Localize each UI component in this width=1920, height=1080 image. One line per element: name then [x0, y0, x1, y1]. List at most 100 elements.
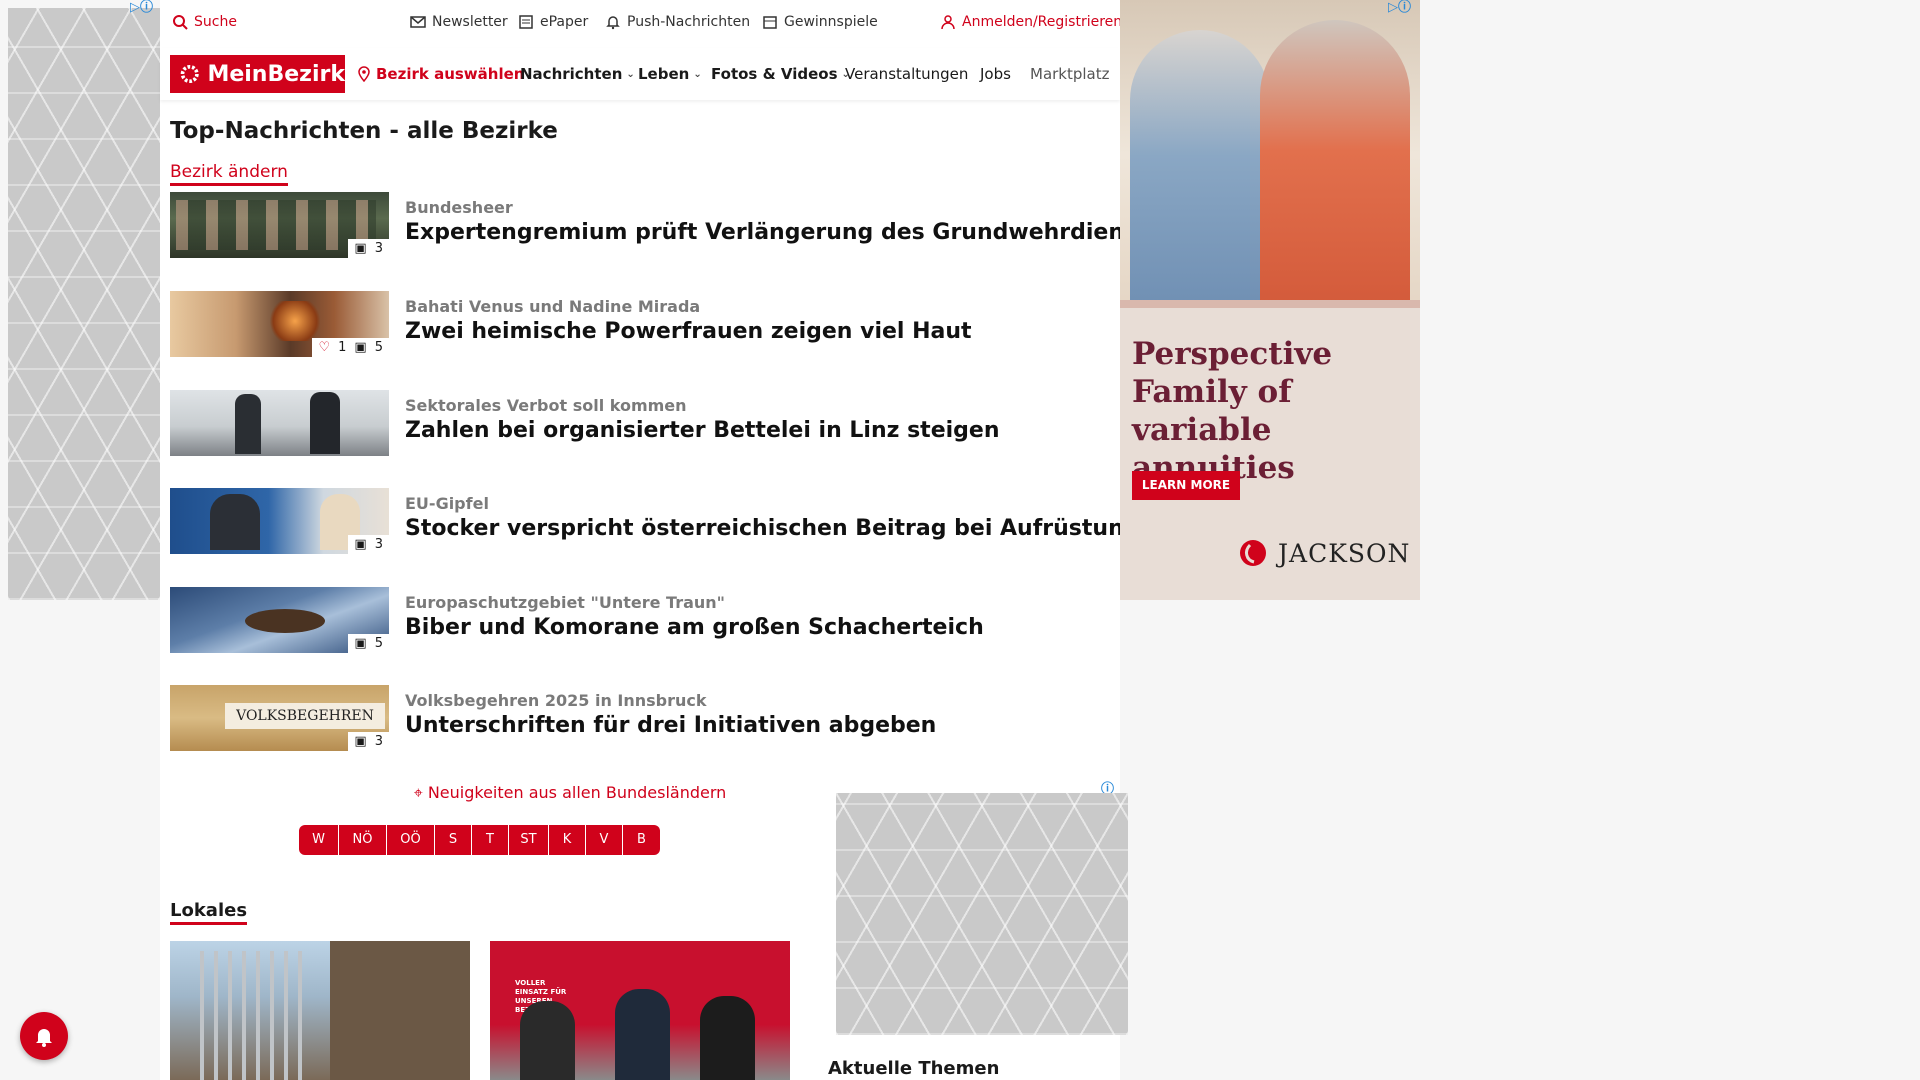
article-thumbnail[interactable]: ♡ 1 ▣ 5 [170, 291, 389, 357]
right-ad-banner[interactable]: ▷ⓘ Perspective Family of variable annuit… [1120, 0, 1420, 600]
nav-item-label: Veranstaltungen [845, 65, 969, 83]
state-chip[interactable]: S [435, 825, 472, 855]
newsletter-label: Newsletter [432, 14, 508, 30]
article-thumbnail[interactable]: ▣ 3 [170, 488, 389, 554]
article-thumbnail[interactable]: ▣ 5 [170, 587, 389, 653]
epaper-link[interactable]: ePaper [518, 14, 588, 30]
adchoices-icon[interactable]: ▷ⓘ [1388, 1, 1411, 15]
mid-ad-banner[interactable] [836, 793, 1128, 1035]
article-thumbnail[interactable]: ▣ 3 [170, 192, 389, 258]
district-select-label: Bezirk auswählen [376, 65, 525, 83]
learn-more-button[interactable]: LEARN MORE [1132, 471, 1240, 500]
gallery-icon: ▣ [354, 734, 367, 749]
utility-bar: Suche Newsletter ePaper Push-Nachrichten… [160, 0, 1122, 46]
ad-brand-name: JACKSON [1278, 538, 1411, 568]
login-link[interactable]: Anmelden/Registrieren [940, 14, 1122, 30]
article-item[interactable]: VOLKSBEGEHREN ▣ 3 Volksbegehren 2025 in I… [170, 685, 1110, 755]
games-label: Gewinnspiele [784, 14, 878, 30]
bell-icon [606, 16, 620, 30]
left-ad-banner[interactable] [8, 8, 160, 600]
topics-heading: Aktuelle Themen [828, 1058, 1000, 1079]
login-label: Anmelden/Registrieren [962, 14, 1123, 30]
article-title[interactable]: Stocker verspricht österreichischen Beit… [405, 516, 1139, 541]
gift-icon [763, 16, 777, 29]
notification-bell-button[interactable] [20, 1012, 68, 1060]
newsletter-link[interactable]: Newsletter [410, 14, 508, 30]
image-count: ▣ 3 [348, 239, 389, 258]
article-thumbnail[interactable]: VOLKSBEGEHREN ▣ 3 [170, 685, 389, 751]
article-thumbnail[interactable] [170, 390, 389, 456]
nav-item-veranstaltungen[interactable]: Veranstaltungen [845, 65, 968, 83]
page: ▷ⓘ Suche Newsletter ePaper Push-Nachrich… [0, 0, 1920, 1080]
nav-item-fotos-videos[interactable]: Fotos & Videos ⌄ [711, 65, 850, 83]
article-title[interactable]: Unterschriften für drei Initiativen abge… [405, 713, 936, 738]
state-chip[interactable]: ST [509, 825, 549, 855]
newspaper-icon [519, 15, 533, 29]
nav-item-jobs[interactable]: Jobs [980, 65, 1011, 83]
nav-item-leben[interactable]: Leben ⌄ [638, 65, 702, 83]
thumbnail-text: VOLKSBEGEHREN [225, 703, 385, 729]
image-count: ▣ 5 [348, 634, 389, 653]
article-kicker: Volksbegehren 2025 in Innsbruck [405, 691, 707, 710]
article-kicker: Bundesheer [405, 198, 513, 217]
gallery-icon: ▣ [354, 340, 367, 355]
site-logo[interactable]: MeinBezirk [170, 55, 345, 93]
all-states-label: Neuigkeiten aus allen Bundesländern [427, 783, 727, 802]
article-title[interactable]: Biber und Komorane am großen Schachertei… [405, 615, 984, 640]
chevron-down-icon: ⌄ [693, 68, 702, 80]
logo-text: MeinBezirk [207, 61, 345, 87]
article-kicker: Sektorales Verbot soll kommen [405, 396, 687, 415]
nav-item-marktplatz[interactable]: Marktplatz [1030, 65, 1112, 83]
nav-item-label: Leben [638, 65, 690, 83]
image-count: ▣ 3 [348, 732, 389, 751]
search-label: Suche [194, 14, 237, 30]
article-kicker: Europaschutzgebiet "Untere Traun" [405, 593, 726, 612]
local-article-image[interactable]: VOLLER EINSATZ FÜR UNSEREN BEZIRK [490, 941, 790, 1080]
state-chip[interactable]: OÖ [387, 825, 435, 855]
article-item[interactable]: Sektorales Verbot soll kommen Zahlen bei… [170, 390, 1110, 460]
state-chip[interactable]: B [623, 825, 660, 855]
article-item[interactable]: ▣ 3 EU-Gipfel Stocker verspricht österrei… [170, 488, 1139, 558]
ad-brand: JACKSON [1238, 538, 1410, 568]
state-chip[interactable]: NÖ [339, 825, 387, 855]
location-pin-icon [358, 66, 370, 82]
gallery-icon: ▣ [354, 636, 367, 651]
logo-icon [180, 64, 199, 84]
like-count: 1 [338, 340, 347, 355]
state-chip[interactable]: K [549, 825, 586, 855]
local-article-image[interactable] [170, 941, 470, 1080]
main-navigation: MeinBezirk Bezirk auswählen Nachrichten ⌄… [160, 48, 1120, 100]
heart-icon: ♡ [318, 340, 331, 355]
nav-item-nachrichten[interactable]: Nachrichten ⌄ [520, 65, 635, 83]
epaper-label: ePaper [540, 14, 589, 30]
article-item[interactable]: ▣ 3 Bundesheer Expertengremium prüft Verl… [170, 192, 1176, 262]
state-chip[interactable]: T [472, 825, 509, 855]
games-link[interactable]: Gewinnspiele [762, 14, 878, 30]
article-item[interactable]: ♡ 1 ▣ 5 Bahati Venus und Nadine Mirada Zwe… [170, 291, 1110, 361]
article-kicker: EU-Gipfel [405, 494, 489, 513]
article-title[interactable]: Zahlen bei organisierter Bettelei in Lin… [405, 418, 999, 443]
district-select[interactable]: Bezirk auswählen [356, 65, 524, 83]
state-chip[interactable]: V [586, 825, 623, 855]
mid-ad-container: ⓘ Aktuelle Themen [818, 783, 1128, 1080]
search-link[interactable]: Suche [172, 14, 237, 30]
image-count-value: 3 [374, 537, 383, 552]
adchoices-icon[interactable]: ▷ⓘ [130, 1, 153, 15]
image-count: ▣ 3 [348, 535, 389, 554]
ad-photo [1120, 0, 1420, 308]
all-states-link[interactable]: ⌖ Neuigkeiten aus allen Bundesländern [320, 783, 820, 803]
state-chip[interactable]: W [299, 825, 339, 855]
push-link[interactable]: Push-Nachrichten [605, 14, 750, 30]
article-item[interactable]: ▣ 5 Europaschutzgebiet "Untere Traun" Bib… [170, 587, 1110, 657]
article-title[interactable]: Expertengremium prüft Verlängerung des G… [405, 220, 1176, 245]
location-pin-icon: ⌖ [413, 783, 423, 802]
change-district-link[interactable]: Bezirk ändern [170, 162, 288, 186]
article-kicker: Bahati Venus und Nadine Mirada [405, 297, 701, 316]
page-title: Top-Nachrichten - alle Bezirke [170, 118, 558, 144]
bell-icon [36, 1029, 52, 1047]
article-title[interactable]: Zwei heimische Powerfrauen zeigen viel H… [405, 319, 972, 344]
image-count-value: 5 [374, 340, 383, 355]
gallery-icon: ▣ [354, 241, 367, 256]
image-count-value: 5 [374, 636, 383, 651]
mail-icon [410, 16, 426, 28]
